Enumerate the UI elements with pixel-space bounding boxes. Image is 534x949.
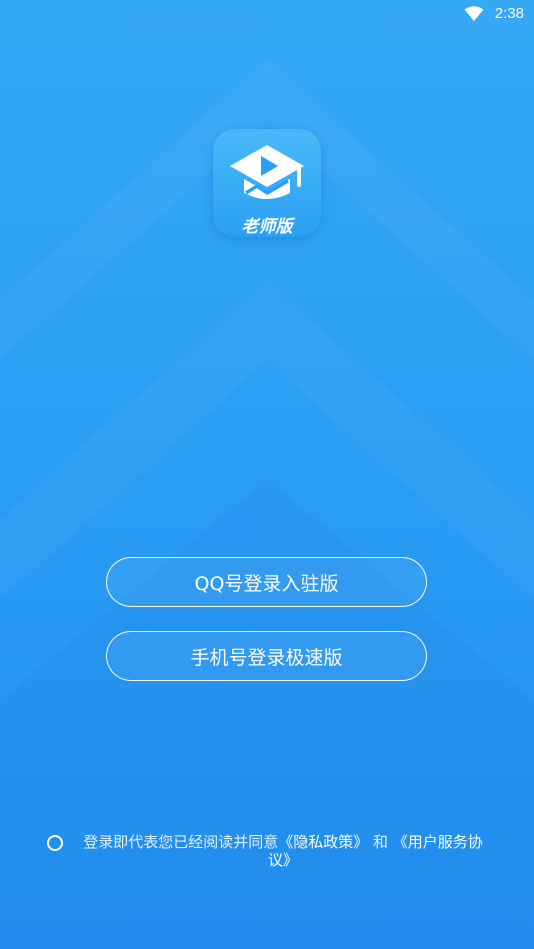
status-time: 2:38 [494,5,524,22]
status-bar: 2:38 [0,0,534,28]
qq-login-button[interactable]: QQ号登录入驻版 [106,557,427,607]
agreement-checkbox[interactable] [47,835,63,851]
app-logo: 老师版 [213,129,321,237]
privacy-policy-link[interactable]: 《隐私政策》 [278,833,368,851]
agreement-prefix: 登录即代表您已经阅读并同意 [83,833,279,851]
wifi-icon [464,6,484,21]
agreement-conjunction: 和 [373,833,389,851]
login-screen: 2:38 老师版 QQ号登录入驻版 手机号登录极速版 登录即代表您已经阅读并同意… [0,0,534,949]
graduation-cap-play-icon [230,145,304,199]
logo-caption: 老师版 [241,217,293,237]
phone-login-button[interactable]: 手机号登录极速版 [106,631,427,681]
agreement-text: 登录即代表您已经阅读并同意《隐私政策》 和 《用户服务协议》 [72,833,494,869]
